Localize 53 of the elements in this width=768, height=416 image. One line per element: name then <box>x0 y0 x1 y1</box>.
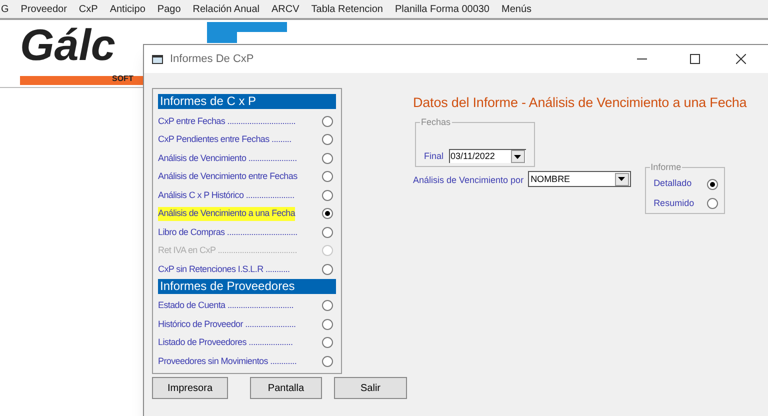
menu-item[interactable]: CxP <box>78 2 98 16</box>
report-option[interactable]: Proveedores sin Movimientos ............ <box>158 354 297 368</box>
report-title: Datos del Informe - Análisis de Vencimiento a una Fecha <box>413 94 747 112</box>
radio-button[interactable] <box>322 264 333 275</box>
analysis-dropdown[interactable]: NOMBRE <box>528 171 631 188</box>
menu-item[interactable]: ARCV <box>271 2 300 16</box>
menu-item[interactable]: Anticipo <box>110 2 146 16</box>
logo-subtext: SOFT <box>112 75 134 83</box>
radio-button[interactable] <box>322 171 333 182</box>
dialog-button[interactable]: Impresora <box>152 377 228 399</box>
option-label: Resumido <box>654 196 694 210</box>
maximize-icon[interactable] <box>690 54 700 64</box>
report-option[interactable]: Histórico de Proveedor ....................... <box>158 318 296 331</box>
section-heading: Informes de Proveedores <box>158 278 336 294</box>
menu-item[interactable]: Menús <box>502 2 532 16</box>
radio-button[interactable] <box>322 208 333 220</box>
radio-button[interactable] <box>706 178 718 190</box>
report-option[interactable]: CxP entre Fechas ............................... <box>158 114 296 128</box>
dialog-button[interactable]: Pantalla <box>250 377 322 399</box>
menu-item[interactable]: Planilla Forma 00030 <box>395 2 490 16</box>
report-option[interactable]: Libro de Compras ................................ <box>158 226 298 239</box>
radio-button[interactable] <box>322 356 333 367</box>
dialog-button[interactable]: Salir <box>334 377 407 399</box>
radio-button[interactable] <box>322 337 333 348</box>
radio-button[interactable] <box>322 318 333 330</box>
menu-item[interactable]: Proveedor <box>20 2 67 16</box>
radio-button[interactable] <box>322 300 333 312</box>
menu-item[interactable]: Tabla Retencion <box>311 2 383 16</box>
field-label: Final <box>424 150 444 163</box>
radio-button[interactable] <box>322 116 333 127</box>
logo-text: Gálc <box>20 24 116 68</box>
date-field[interactable]: 03/11/2022 <box>448 149 526 164</box>
radio-button[interactable] <box>706 198 718 209</box>
radio-button[interactable] <box>322 190 333 201</box>
close-icon[interactable] <box>736 54 746 64</box>
report-option[interactable]: Análisis de Vencimiento entre Fechas <box>158 170 298 184</box>
menu-item[interactable]: Relación Anual <box>192 2 260 16</box>
menu-item[interactable]: G <box>1 2 9 16</box>
window-icon <box>152 54 164 64</box>
option-label: Detallado <box>654 177 692 190</box>
radio-button[interactable] <box>322 226 333 238</box>
section-heading: Informes de C x P <box>158 94 336 109</box>
radio-button[interactable] <box>322 134 333 146</box>
radio-button[interactable] <box>322 152 333 164</box>
report-option[interactable]: Estado de Cuenta .............................. <box>158 299 294 312</box>
report-option[interactable]: CxP Pendientes entre Fechas ......... <box>158 133 292 146</box>
report-option[interactable]: Análisis C x P Histórico ...................... <box>158 188 294 202</box>
report-option[interactable]: Análisis de Vencimiento ...................... <box>158 152 297 165</box>
report-option[interactable]: Listado de Proveedores .................... <box>158 336 293 350</box>
menu-item[interactable]: Pago <box>157 2 181 16</box>
report-option[interactable]: CxP sin Retenciones I.S.L.R ........... <box>158 262 290 276</box>
field-label: Análisis de Vencimiento por <box>413 174 524 188</box>
window-title: Informes De CxP <box>170 52 254 67</box>
